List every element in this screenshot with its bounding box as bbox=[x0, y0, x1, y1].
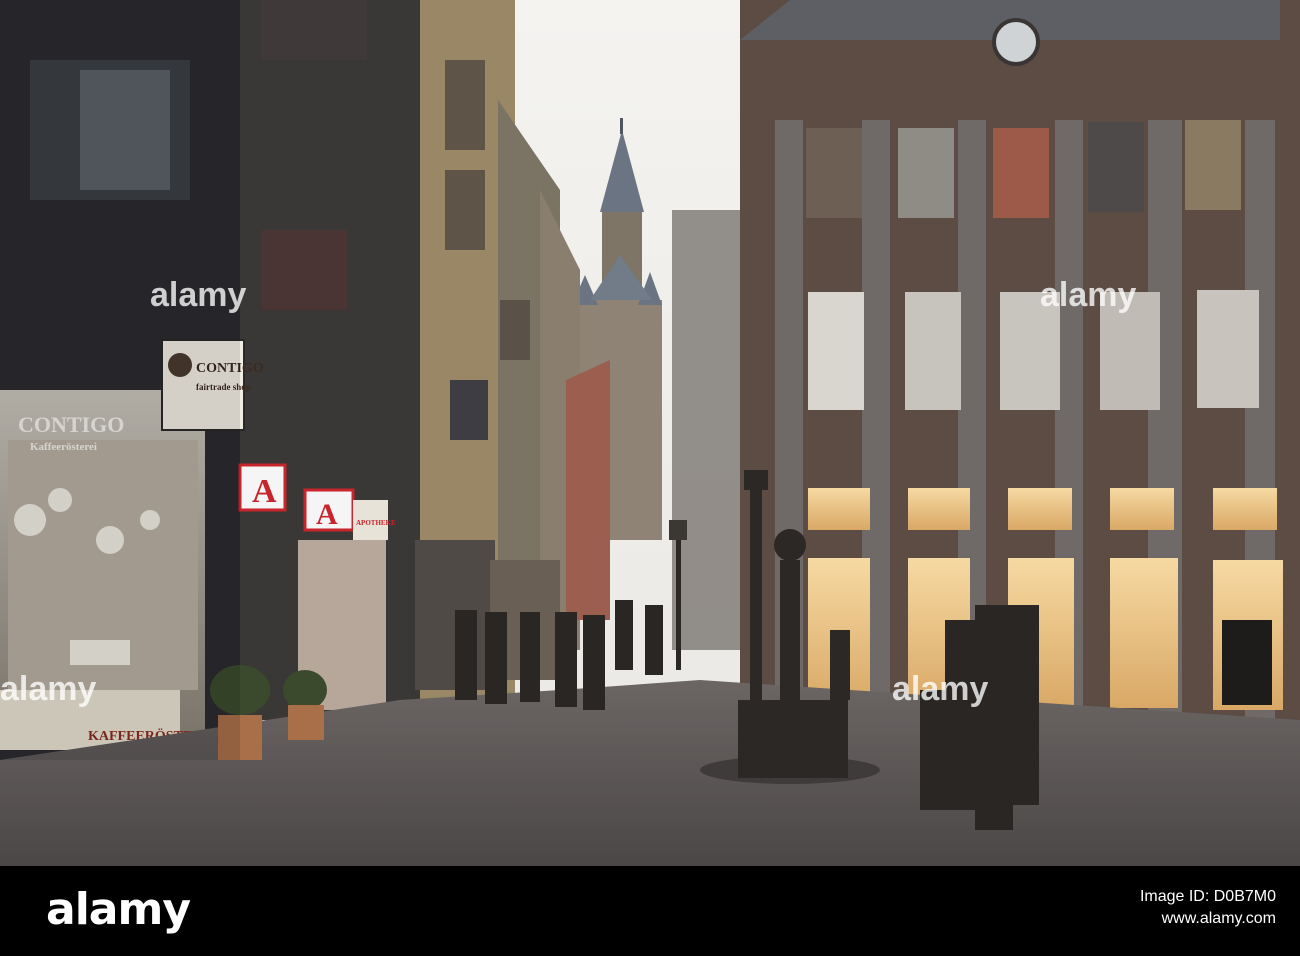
footer-logo[interactable]: alamy bbox=[46, 884, 191, 935]
site-url[interactable]: www.alamy.com bbox=[1140, 908, 1276, 930]
scaffolding bbox=[672, 210, 740, 650]
watermark-right-top: alamy bbox=[1040, 276, 1136, 314]
watermark-left-top: alamy bbox=[150, 276, 246, 314]
street-lamp bbox=[676, 520, 681, 670]
apotheke-symbol-2: A bbox=[316, 498, 338, 531]
round-window bbox=[992, 18, 1040, 66]
apotheke-symbol: A bbox=[252, 473, 277, 510]
apotheke-label: APOTHEKE bbox=[356, 519, 396, 527]
image-id-label: Image ID: D0B7M0 bbox=[1139, 888, 1276, 905]
footer-image-info: Image ID: D0B7M0 www.alamy.com bbox=[1140, 886, 1276, 930]
watermark-right-bottom: alamy bbox=[892, 670, 988, 708]
street-photo: CONTIGO fairtrade shop CONTIGO Kaffeerös… bbox=[0, 0, 1300, 866]
footer-bar: alamy Image ID: D0B7M0 www.alamy.com bbox=[0, 866, 1300, 956]
watermark-left-bottom: alamy bbox=[0, 670, 96, 708]
